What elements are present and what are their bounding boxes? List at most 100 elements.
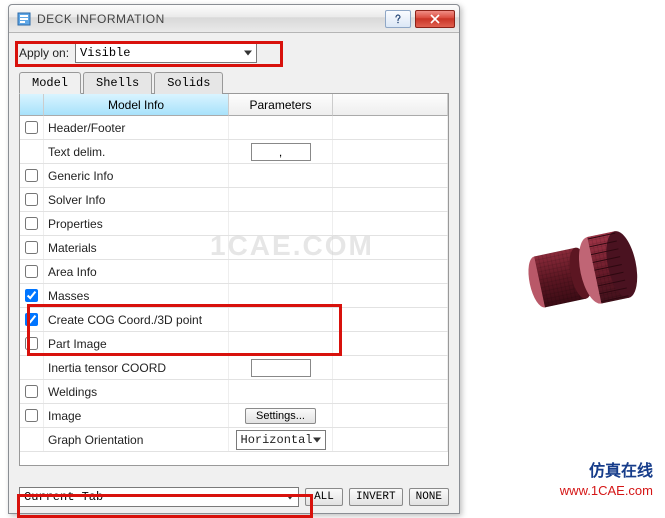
row-checkbox-cell <box>20 308 44 331</box>
row-label: Materials <box>44 236 229 259</box>
table-row: Properties <box>20 212 448 236</box>
table-row: Weldings <box>20 380 448 404</box>
row-text-input[interactable] <box>251 143 311 161</box>
row-rest <box>333 140 448 163</box>
row-label: Text delim. <box>44 140 229 163</box>
row-param <box>229 332 333 355</box>
footer-scope-value: Current Tab <box>24 490 103 504</box>
row-checkbox[interactable] <box>25 121 38 134</box>
table-row: Solver Info <box>20 188 448 212</box>
row-label: Graph Orientation <box>44 428 229 451</box>
row-combo-value: Horizontal <box>241 433 313 447</box>
row-param <box>229 260 333 283</box>
window-title: DECK INFORMATION <box>37 12 385 26</box>
row-label: Part Image <box>44 332 229 355</box>
branding: 仿真在线 www.1CAE.com <box>560 461 653 500</box>
tab-model[interactable]: Model <box>19 72 81 94</box>
row-param: Horizontal <box>229 428 333 451</box>
header-checkbox-col[interactable] <box>20 94 44 116</box>
table-row: Header/Footer <box>20 116 448 140</box>
row-checkbox-cell <box>20 140 44 163</box>
row-text-input[interactable] <box>251 359 311 377</box>
row-checkbox[interactable] <box>25 313 38 326</box>
row-label: Weldings <box>44 380 229 403</box>
footer-all-button[interactable]: ALL <box>305 488 343 506</box>
row-checkbox[interactable] <box>25 289 38 302</box>
row-param <box>229 356 333 379</box>
table-row: Inertia tensor COORD <box>20 356 448 380</box>
row-param: Settings... <box>229 404 333 427</box>
row-rest <box>333 380 448 403</box>
row-checkbox-cell <box>20 236 44 259</box>
row-checkbox[interactable] <box>25 385 38 398</box>
row-checkbox-cell <box>20 164 44 187</box>
row-label: Solver Info <box>44 188 229 211</box>
row-rest <box>333 164 448 187</box>
row-rest <box>333 260 448 283</box>
row-rest <box>333 212 448 235</box>
row-param <box>229 380 333 403</box>
model-thumbnail <box>507 220 647 330</box>
footer-scope-combo[interactable]: Current Tab <box>19 487 299 507</box>
header-model-info[interactable]: Model Info <box>44 94 229 116</box>
row-rest <box>333 428 448 451</box>
row-checkbox[interactable] <box>25 337 38 350</box>
row-checkbox-cell <box>20 404 44 427</box>
table-row: Image Settings... <box>20 404 448 428</box>
row-rest <box>333 236 448 259</box>
row-param <box>229 164 333 187</box>
row-label: Inertia tensor COORD <box>44 356 229 379</box>
row-checkbox[interactable] <box>25 265 38 278</box>
tabstrip: Model Shells Solids <box>19 71 449 94</box>
row-checkbox[interactable] <box>25 169 38 182</box>
apply-on-combo[interactable]: Visible <box>75 43 257 63</box>
table-row: Materials <box>20 236 448 260</box>
row-label: Masses <box>44 284 229 307</box>
row-label: Image <box>44 404 229 427</box>
row-checkbox-cell <box>20 428 44 451</box>
app-icon <box>17 12 31 26</box>
row-checkbox[interactable] <box>25 241 38 254</box>
table-row: Text delim. <box>20 140 448 164</box>
tab-shells[interactable]: Shells <box>83 72 152 94</box>
row-label: Properties <box>44 212 229 235</box>
row-label: Area Info <box>44 260 229 283</box>
table-row: Graph Orientation Horizontal <box>20 428 448 452</box>
row-checkbox-cell <box>20 116 44 139</box>
footer-none-button[interactable]: NONE <box>409 488 449 506</box>
row-label: Generic Info <box>44 164 229 187</box>
footer-invert-button[interactable]: INVERT <box>349 488 403 506</box>
row-checkbox-cell <box>20 284 44 307</box>
row-param <box>229 308 333 331</box>
table-row: Create COG Coord./3D point <box>20 308 448 332</box>
row-param <box>229 188 333 211</box>
row-checkbox-cell <box>20 356 44 379</box>
options-grid: Model Info Parameters Header/FooterText … <box>19 94 449 466</box>
titlebar[interactable]: DECK INFORMATION <box>9 5 459 33</box>
close-button[interactable] <box>415 10 455 28</box>
row-param <box>229 284 333 307</box>
table-row: Generic Info <box>20 164 448 188</box>
help-button[interactable] <box>385 10 411 28</box>
row-checkbox[interactable] <box>25 217 38 230</box>
row-settings-button[interactable]: Settings... <box>245 408 316 424</box>
row-param <box>229 116 333 139</box>
row-checkbox-cell <box>20 260 44 283</box>
row-checkbox-cell <box>20 332 44 355</box>
row-checkbox-cell <box>20 212 44 235</box>
row-rest <box>333 404 448 427</box>
row-combo[interactable]: Horizontal <box>236 430 326 450</box>
row-rest <box>333 284 448 307</box>
row-checkbox[interactable] <box>25 409 38 422</box>
row-label: Header/Footer <box>44 116 229 139</box>
row-param <box>229 140 333 163</box>
header-rest <box>333 94 448 116</box>
row-rest <box>333 116 448 139</box>
row-checkbox[interactable] <box>25 193 38 206</box>
tab-solids[interactable]: Solids <box>154 72 223 94</box>
header-parameters[interactable]: Parameters <box>229 94 333 116</box>
row-label: Create COG Coord./3D point <box>44 308 229 331</box>
footer-bar: Current Tab ALL INVERT NONE <box>19 487 449 507</box>
apply-on-row: Apply on: Visible <box>19 43 449 63</box>
apply-on-value: Visible <box>80 46 130 60</box>
